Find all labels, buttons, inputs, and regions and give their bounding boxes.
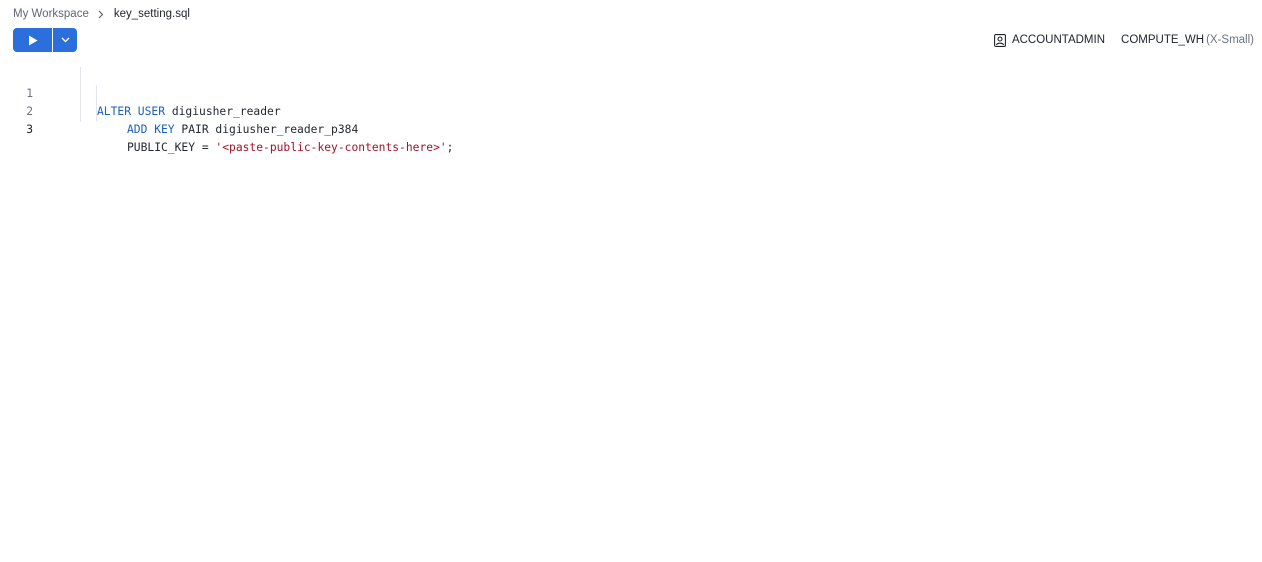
chevron-right-icon bbox=[98, 10, 104, 18]
run-button[interactable] bbox=[13, 28, 52, 52]
code-text[interactable]: PUBLIC_KEY = '<paste-public-key-contents… bbox=[127, 139, 453, 157]
breadcrumb: My Workspace key_setting.sql bbox=[13, 7, 190, 21]
warehouse-selector[interactable]: COMPUTE_WH (X-Small) bbox=[1121, 33, 1254, 47]
sql-keyword: ADD KEY bbox=[127, 123, 175, 136]
user-badge-icon bbox=[994, 33, 1006, 47]
line-number: 3 bbox=[26, 123, 33, 136]
code-line[interactable]: 1 ALTER USER digiusher_reader bbox=[0, 67, 1262, 118]
sql-terminator: ; bbox=[446, 141, 454, 154]
warehouse-size: (X-Small) bbox=[1206, 34, 1254, 46]
sql-identifier: PAIR digiusher_reader_p384 bbox=[174, 123, 359, 136]
session-context: ACCOUNTADMIN COMPUTE_WH (X-Small) bbox=[994, 33, 1254, 47]
code-line[interactable]: 2 ADD KEY PAIR digiusher_reader_p384 bbox=[0, 85, 1262, 136]
sql-editor[interactable]: 1 ALTER USER digiusher_reader 2 ADD KEY … bbox=[0, 67, 1262, 562]
role-selector[interactable]: ACCOUNTADMIN bbox=[994, 33, 1105, 47]
code-text[interactable]: ADD KEY PAIR digiusher_reader_p384 bbox=[127, 121, 358, 139]
breadcrumb-workspace-link[interactable]: My Workspace bbox=[13, 7, 89, 21]
code-line-active[interactable]: 3 PUBLIC_KEY = '<paste-public-key-conten… bbox=[0, 103, 1262, 154]
sql-identifier: PUBLIC_KEY = bbox=[127, 141, 216, 154]
breadcrumb-file-name: key_setting.sql bbox=[113, 8, 190, 20]
run-options-dropdown-button[interactable] bbox=[53, 28, 77, 52]
sql-string-literal: '<paste-public-key-contents-here>' bbox=[215, 141, 447, 154]
play-icon bbox=[28, 35, 37, 45]
warehouse-name: COMPUTE_WH bbox=[1121, 34, 1205, 46]
run-button-group bbox=[13, 28, 77, 52]
chevron-down-icon bbox=[61, 37, 69, 43]
role-name: ACCOUNTADMIN bbox=[1011, 34, 1106, 46]
